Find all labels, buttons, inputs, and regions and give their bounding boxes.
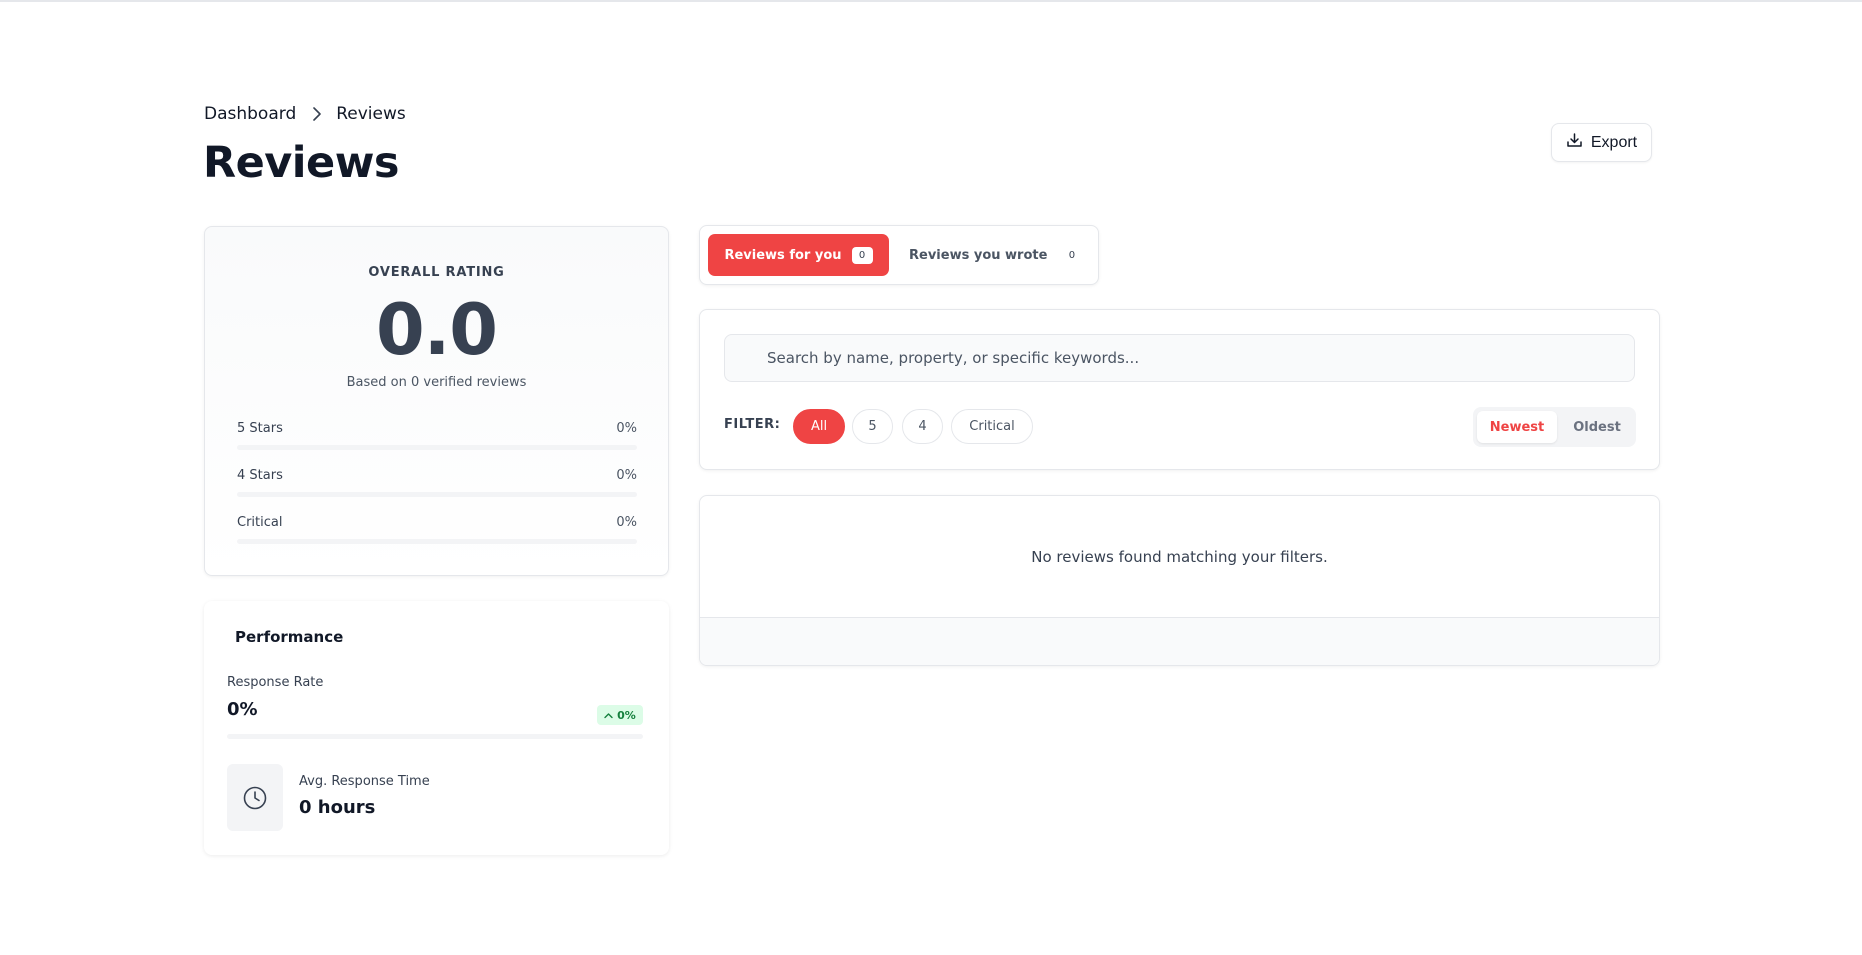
- overall-rating-label: OVERALL RATING: [368, 265, 505, 280]
- distribution-bar: [237, 445, 637, 450]
- filter-chip-5[interactable]: 5: [852, 409, 893, 444]
- performance-card: Performance Response Rate 0% 0% Avg. Res…: [204, 601, 669, 855]
- sort-toggle: Newest Oldest: [1473, 407, 1636, 447]
- tab-label: Reviews for you: [724, 247, 842, 263]
- search-input[interactable]: [724, 334, 1635, 382]
- export-button[interactable]: Export: [1551, 123, 1652, 162]
- filter-chip-4[interactable]: 4: [902, 409, 943, 444]
- distribution-bar: [237, 539, 637, 544]
- sort-oldest-button[interactable]: Oldest: [1561, 411, 1633, 443]
- filter-chip-critical[interactable]: Critical: [951, 409, 1033, 444]
- response-rate-label: Response Rate: [227, 675, 324, 690]
- distribution-bar: [237, 492, 637, 497]
- tab-reviews-you-wrote[interactable]: Reviews you wrote 0: [909, 234, 1082, 276]
- breadcrumb: Dashboard Reviews: [204, 104, 406, 124]
- performance-title: Performance: [235, 628, 344, 646]
- avg-response-time-label: Avg. Response Time: [299, 774, 430, 789]
- download-icon: [1566, 132, 1583, 154]
- tab-label: Reviews you wrote: [909, 247, 1048, 263]
- review-tabs: Reviews for you 0 Reviews you wrote 0: [699, 225, 1099, 285]
- distribution-label: 4 Stars: [237, 468, 283, 483]
- clock-icon: [227, 764, 283, 831]
- reviews-results-card: No reviews found matching your filters.: [699, 495, 1660, 666]
- chevron-right-icon: [312, 107, 322, 121]
- page-title: Reviews: [203, 138, 400, 188]
- overall-rating-card: OVERALL RATING 0.0 Based on 0 verified r…: [204, 226, 669, 576]
- filter-chip-all[interactable]: All: [793, 409, 845, 444]
- search-filter-card: FILTER: All 5 4 Critical Newest Oldest: [699, 309, 1660, 470]
- distribution-label: Critical: [237, 515, 283, 530]
- trend-badge: 0%: [597, 705, 643, 725]
- response-rate-bar: [227, 734, 643, 739]
- distribution-label: 5 Stars: [237, 421, 283, 436]
- avg-response-time-value: 0 hours: [299, 797, 376, 818]
- distribution-percent: 0%: [616, 468, 637, 483]
- tab-count-badge: 0: [1068, 249, 1076, 261]
- distribution-percent: 0%: [616, 515, 637, 530]
- sort-newest-button[interactable]: Newest: [1477, 411, 1557, 443]
- distribution-percent: 0%: [616, 421, 637, 436]
- tab-reviews-for-you[interactable]: Reviews for you 0: [708, 234, 889, 276]
- response-rate-value: 0%: [227, 699, 258, 720]
- export-button-label: Export: [1590, 133, 1638, 151]
- empty-state-message: No reviews found matching your filters.: [1031, 548, 1328, 566]
- overall-rating-value: 0.0: [375, 289, 498, 371]
- tab-count-badge: 0: [851, 246, 873, 264]
- arrow-up-icon: [604, 709, 613, 722]
- breadcrumb-dashboard-link[interactable]: Dashboard: [204, 104, 296, 124]
- filter-label: FILTER:: [724, 417, 781, 432]
- rating-based-on: Based on 0 verified reviews: [346, 375, 527, 390]
- top-divider: [0, 0, 1862, 2]
- breadcrumb-current: Reviews: [336, 104, 406, 124]
- trend-value: 0%: [617, 708, 636, 722]
- results-footer: [700, 617, 1659, 665]
